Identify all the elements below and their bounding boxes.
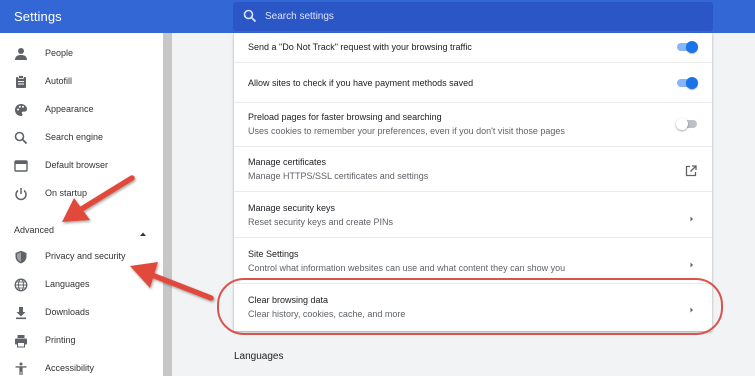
sidebar-item-autofill[interactable]: Autofill	[0, 70, 163, 94]
setting-row-clear-browsing-data[interactable]: Clear browsing data Clear history, cooki…	[234, 283, 712, 331]
sidebar-item-privacy-and-security[interactable]: Privacy and security	[0, 245, 163, 269]
sidebar-item-label: Accessibility	[45, 363, 95, 373]
setting-title: Manage certificates	[248, 157, 327, 167]
search-icon	[243, 9, 257, 23]
browser-icon	[14, 159, 28, 173]
sidebar-item-label: Appearance	[45, 104, 94, 114]
search-icon	[14, 131, 28, 145]
sidebar-item-label: Downloads	[45, 307, 90, 317]
sidebar-item-people[interactable]: People	[0, 42, 163, 66]
sidebar-item-languages[interactable]: Languages	[0, 273, 163, 297]
setting-subtitle: Control what information websites can us…	[248, 263, 566, 273]
setting-subtitle: Reset security keys and create PINs	[248, 217, 394, 227]
setting-row-manage-security-keys[interactable]: Manage security keys Reset security keys…	[234, 191, 712, 237]
sidebar-item-label: People	[45, 48, 74, 58]
setting-title: Preload pages for faster browsing and se…	[248, 112, 442, 122]
sidebar-item-on-startup[interactable]: On startup	[0, 182, 163, 206]
sidebar-scrollbar[interactable]	[163, 33, 172, 376]
globe-icon	[14, 278, 28, 292]
sidebar-item-label: Default browser	[45, 160, 109, 170]
setting-row-manage-certificates[interactable]: Manage certificates Manage HTTPS/SSL cer…	[234, 146, 712, 191]
setting-subtitle: Manage HTTPS/SSL certificates and settin…	[248, 171, 429, 181]
preload-pages-toggle[interactable]	[676, 118, 698, 130]
sidebar-item-label: Autofill	[45, 76, 73, 86]
sidebar-item-label: Printing	[45, 335, 76, 345]
setting-subtitle: Clear history, cookies, cache, and more	[248, 309, 406, 319]
chevron-right-icon[interactable]	[688, 257, 696, 268]
download-icon	[14, 306, 28, 320]
clipboard-icon	[14, 75, 28, 89]
sidebar-item-downloads[interactable]: Downloads	[0, 301, 163, 325]
sidebar-item-appearance[interactable]: Appearance	[0, 98, 163, 122]
palette-icon	[14, 103, 28, 117]
printer-icon	[14, 334, 28, 348]
caret-up-icon	[138, 226, 148, 236]
accessibility-icon	[14, 362, 28, 376]
do-not-track-toggle[interactable]	[676, 41, 698, 53]
search-box[interactable]	[233, 2, 713, 31]
person-icon	[14, 47, 28, 61]
setting-row-site-settings[interactable]: Site Settings Control what information w…	[234, 237, 712, 283]
shield-icon	[14, 250, 28, 264]
sidebar-item-label: Languages	[45, 279, 90, 289]
sidebar-item-label: Privacy and security	[45, 251, 126, 261]
sidebar-item-printing[interactable]: Printing	[0, 329, 163, 353]
sidebar-item-label: Search engine	[45, 132, 104, 142]
sidebar-item-label: On startup	[45, 188, 88, 198]
setting-title: Site Settings	[248, 249, 299, 259]
sidebar-advanced-toggle[interactable]: Advanced	[14, 224, 154, 238]
setting-title: Allow sites to check if you have payment…	[248, 78, 474, 88]
top-bar: Settings	[0, 0, 755, 33]
search-input[interactable]	[265, 7, 685, 26]
setting-title: Clear browsing data	[248, 295, 329, 305]
advanced-label: Advanced	[14, 225, 55, 235]
app-title: Settings	[14, 9, 62, 24]
sidebar-item-default-browser[interactable]: Default browser	[0, 154, 163, 178]
languages-section-heading: Languages	[234, 351, 284, 362]
chevron-right-icon[interactable]	[688, 302, 696, 313]
setting-title: Manage security keys	[248, 203, 336, 213]
sidebar-item-accessibility[interactable]: Accessibility	[0, 357, 163, 376]
setting-row-do-not-track[interactable]: Send a "Do Not Track" request with your …	[234, 33, 712, 62]
setting-subtitle: Uses cookies to remember your preference…	[248, 126, 565, 136]
setting-row-payment-methods[interactable]: Allow sites to check if you have payment…	[234, 62, 712, 102]
setting-title: Send a "Do Not Track" request with your …	[248, 42, 472, 52]
payment-methods-toggle[interactable]	[676, 77, 698, 89]
external-link-icon[interactable]	[685, 164, 697, 177]
chevron-right-icon[interactable]	[688, 211, 696, 222]
setting-row-preload-pages[interactable]: Preload pages for faster browsing and se…	[234, 102, 712, 146]
sidebar-item-search-engine[interactable]: Search engine	[0, 126, 163, 150]
power-icon	[14, 187, 28, 201]
